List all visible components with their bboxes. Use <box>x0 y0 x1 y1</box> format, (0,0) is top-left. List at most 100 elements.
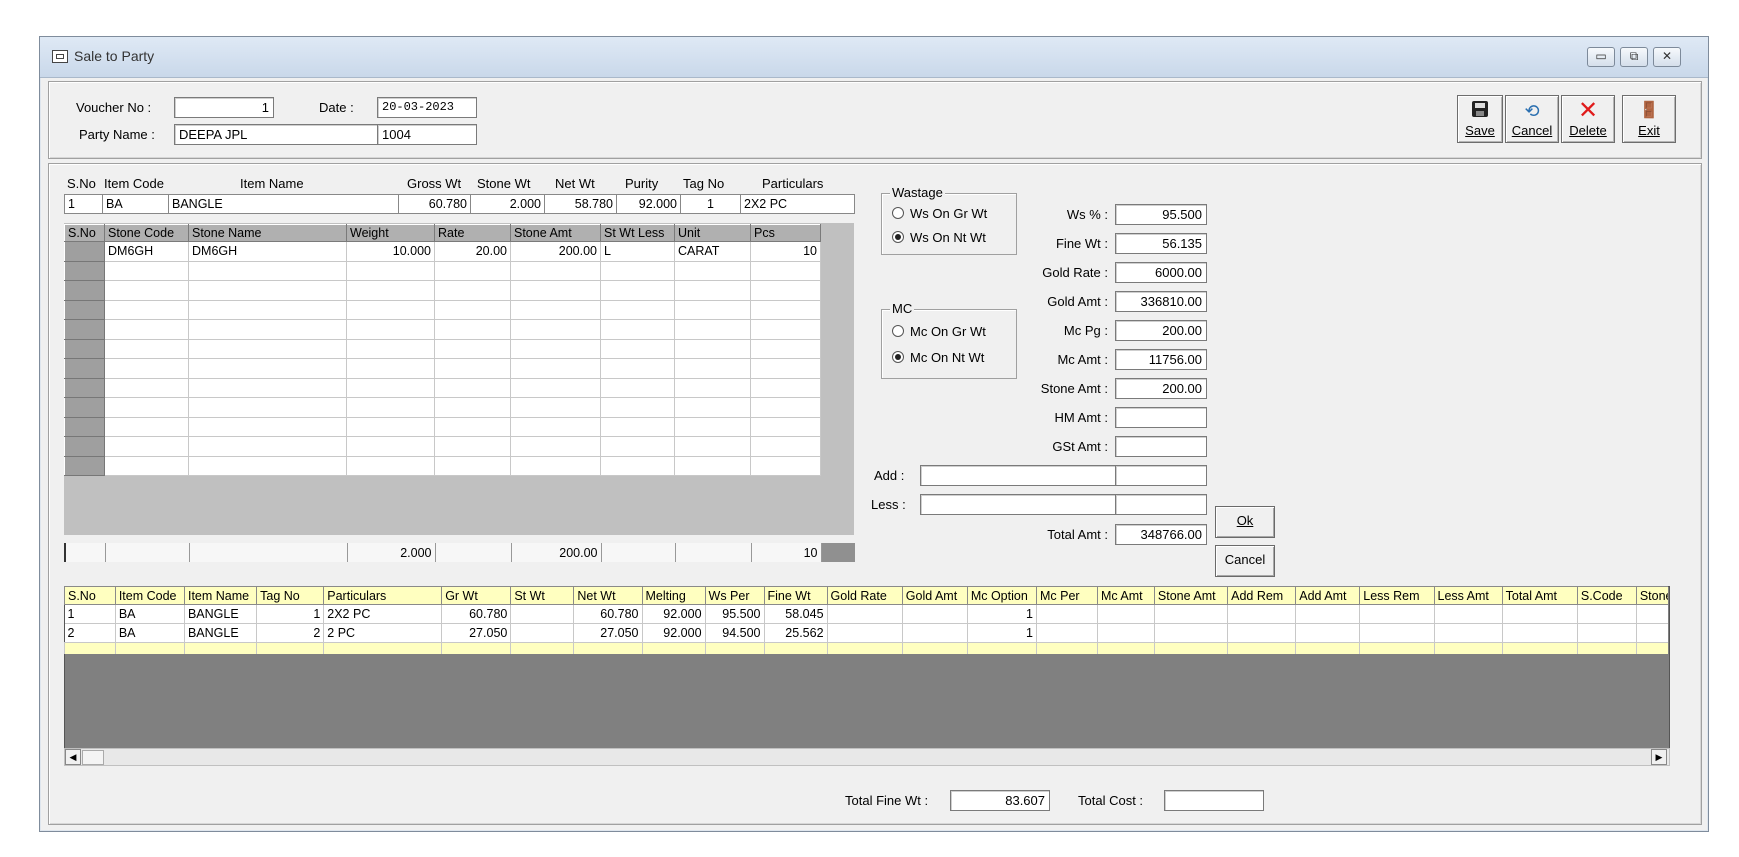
close-button[interactable]: ✕ <box>1653 47 1681 67</box>
ok-button[interactable]: Ok <box>1215 506 1275 538</box>
table-row[interactable] <box>64 319 821 340</box>
voucher-no-input[interactable]: 1 <box>174 97 274 118</box>
voucher-no-label: Voucher No : <box>76 100 152 115</box>
stone-col-sno: S.No <box>64 224 105 242</box>
total-cost-label: Total Cost : <box>1078 793 1144 808</box>
gst-amt-input[interactable] <box>1115 436 1207 457</box>
stone-pcs-cell[interactable]: 10 <box>750 241 821 262</box>
col-purity-label: Purity <box>625 176 659 191</box>
stone-wt-less-cell[interactable]: L <box>600 241 675 262</box>
stone-weight-cell[interactable]: 10.000 <box>346 241 435 262</box>
net-wt-cell[interactable]: 58.780 <box>544 194 617 214</box>
save-button[interactable]: Save <box>1457 95 1503 143</box>
fine-wt-input[interactable]: 56.135 <box>1115 233 1207 254</box>
stone-amt-label: Stone Amt : <box>1040 381 1108 396</box>
add-amt-input[interactable] <box>1115 465 1207 486</box>
stone-amt-cell[interactable]: 200.00 <box>510 241 601 262</box>
gold-rate-input[interactable]: 6000.00 <box>1115 262 1207 283</box>
wastage-group: Wastage Ws On Gr Wt Ws On Nt Wt <box>881 185 1017 255</box>
table-row[interactable] <box>64 299 821 320</box>
less-remark-input[interactable] <box>920 494 1116 515</box>
date-label: Date : <box>319 100 354 115</box>
col-header: S.Code <box>1576 586 1637 605</box>
stone-name-cell[interactable]: DM6GH <box>188 241 347 262</box>
ws-pct-label: Ws % : <box>1066 207 1108 222</box>
item-sno-cell[interactable]: 1 <box>64 194 103 214</box>
table-row[interactable] <box>64 280 821 301</box>
table-row[interactable] <box>64 377 821 398</box>
mc-pg-input[interactable]: 200.00 <box>1115 320 1207 341</box>
table-row[interactable]: 2 BA BANGLE 22 PC 27.050 27.050 92.000 94.50… <box>64 623 1668 643</box>
party-code-input[interactable]: 1004 <box>377 124 477 145</box>
col-sno-label: S.No <box>67 176 96 191</box>
cancel-toolbar-button[interactable]: ⟲ Cancel <box>1505 95 1559 143</box>
date-input[interactable]: 20-03-2023 <box>377 97 477 118</box>
table-row[interactable]: DM6GH DM6GH 10.000 20.00 200.00 L CARAT … <box>64 241 821 262</box>
scroll-right-icon[interactable]: ▶ <box>1651 749 1667 765</box>
scroll-left-icon[interactable]: ◀ <box>65 749 81 765</box>
col-header: Add Rem <box>1227 586 1297 605</box>
tag-no-cell[interactable]: 1 <box>680 194 741 214</box>
delete-button[interactable]: ✕ Delete <box>1561 95 1615 143</box>
col-header: Fine Wt <box>763 586 828 605</box>
mc-on-gr-wt-radio[interactable]: Mc On Gr Wt <box>892 324 986 339</box>
scroll-thumb[interactable] <box>82 750 104 765</box>
item-name-cell[interactable]: BANGLE <box>168 194 399 214</box>
exit-button[interactable]: 🚪 Exit <box>1622 95 1676 143</box>
gold-rate-label: Gold Rate : <box>1042 265 1108 280</box>
table-row[interactable] <box>64 397 821 418</box>
col-header: Less Rem <box>1359 586 1435 605</box>
table-row[interactable]: 1 BA BANGLE 1 2X2 PC 60.780 60.780 92.000 95.… <box>64 604 1668 624</box>
ws-on-nt-wt-radio[interactable]: Ws On Nt Wt <box>892 230 986 245</box>
col-header: Gold Rate <box>826 586 903 605</box>
item-code-cell[interactable]: BA <box>102 194 169 214</box>
stone-grid: S.No Stone Code Stone Name Weight Rate S… <box>64 224 821 476</box>
table-row[interactable] <box>64 260 821 281</box>
stone-col-name: Stone Name <box>188 224 347 242</box>
add-remark-input[interactable] <box>920 465 1116 486</box>
col-header: Mc Option <box>966 586 1037 605</box>
undo-icon: ⟲ <box>1524 101 1540 121</box>
horizontal-scrollbar[interactable]: ◀ ▶ <box>64 748 1670 766</box>
stone-unit-cell[interactable]: CARAT <box>674 241 751 262</box>
add-label: Add : <box>874 468 905 483</box>
particulars-cell[interactable]: 2X2 PC <box>740 194 855 214</box>
restore-button[interactable]: ⧉ <box>1620 47 1648 67</box>
col-header: Less Amt <box>1433 586 1503 605</box>
new-entry-row[interactable] <box>64 642 1668 654</box>
stone-code-cell[interactable]: DM6GH <box>104 241 189 262</box>
ws-pct-input[interactable]: 95.500 <box>1115 204 1207 225</box>
table-row[interactable] <box>64 338 821 359</box>
close-icon: ✕ <box>1661 49 1673 63</box>
row-selector[interactable] <box>64 241 105 262</box>
stone-col-pcs: Pcs <box>750 224 821 242</box>
col-stone-wt-label: Stone Wt <box>477 176 531 191</box>
mc-amt-input[interactable]: 11756.00 <box>1115 349 1207 370</box>
minimize-button[interactable]: ▭ <box>1587 47 1615 67</box>
table-row[interactable] <box>64 455 821 476</box>
col-header: Net Wt <box>573 586 643 605</box>
stone-wt-cell[interactable]: 2.000 <box>470 194 545 214</box>
ws-on-gr-wt-radio[interactable]: Ws On Gr Wt <box>892 206 987 221</box>
stone-rate-cell[interactable]: 20.00 <box>434 241 511 262</box>
stone-col-unit: Unit <box>674 224 751 242</box>
col-header: Tag No <box>256 586 325 605</box>
mc-on-nt-wt-radio[interactable]: Mc On Nt Wt <box>892 350 984 365</box>
col-header: St Wt <box>510 586 575 605</box>
table-row[interactable] <box>64 416 821 437</box>
party-name-input[interactable]: DEEPA JPL <box>174 124 378 145</box>
stone-col-code: Stone Code <box>104 224 189 242</box>
less-amt-input[interactable] <box>1115 494 1207 515</box>
table-row[interactable] <box>64 436 821 457</box>
table-row[interactable] <box>64 358 821 379</box>
cancel-button[interactable]: Cancel <box>1215 545 1275 577</box>
hm-amt-input[interactable] <box>1115 407 1207 428</box>
purity-cell[interactable]: 92.000 <box>616 194 681 214</box>
gross-wt-cell[interactable]: 60.780 <box>398 194 471 214</box>
stone-amt-input[interactable]: 200.00 <box>1115 378 1207 399</box>
radio-selected-icon <box>892 351 904 363</box>
total-fine-wt-input[interactable]: 83.607 <box>950 790 1050 811</box>
gold-amt-input[interactable]: 336810.00 <box>1115 291 1207 312</box>
total-amt-input[interactable]: 348766.00 <box>1115 524 1207 545</box>
total-cost-input[interactable] <box>1164 790 1264 811</box>
